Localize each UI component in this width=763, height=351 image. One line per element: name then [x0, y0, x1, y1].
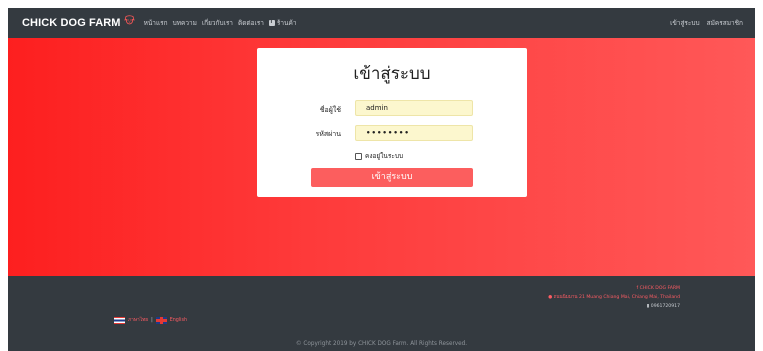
username-label: ชื่อผู้ใช้ [319, 106, 341, 114]
nav-articles[interactable]: บทความ [173, 18, 197, 28]
password-input[interactable]: •••••••• [355, 125, 473, 141]
account-nav: เข้าสู่ระบบ สมัครสมาชิก [663, 8, 743, 38]
nav-shop[interactable]: ร้านค้า [268, 18, 297, 28]
nav-shop-label: ร้านค้า [276, 19, 297, 27]
login-button[interactable]: เข้าสู่ระบบ [311, 168, 473, 187]
thai-flag-icon [114, 316, 125, 324]
nav-home[interactable]: หน้าแรก [144, 18, 168, 28]
remember-checkbox[interactable] [355, 152, 362, 160]
lang-english[interactable]: English [170, 318, 187, 323]
nav-about[interactable]: เกี่ยวกับเรา [202, 18, 233, 28]
footer: f CHICK DOG FARM ● ถนนนิมมาน 21 Muang Ch… [8, 276, 755, 351]
footer-contact: f CHICK DOG FARM ● ถนนนิมมาน 21 Muang Ch… [548, 284, 680, 311]
lang-thai[interactable]: ภาษาไทย [128, 316, 148, 324]
browser-page: CHICK DOG FARM หน้าแรก บทความ เกี่ยวกับเ… [8, 8, 755, 351]
username-input[interactable]: admin [355, 100, 473, 116]
nav-register[interactable]: สมัครสมาชิก [707, 18, 743, 28]
hero-section: เข้าสู่ระบบ ชื่อผู้ใช้ admin รหัสผ่าน ••… [8, 38, 755, 276]
facebook-icon [268, 19, 275, 26]
dog-face-icon [123, 15, 135, 25]
language-switcher: ภาษาไทย | English [114, 316, 187, 324]
copyright: © Copyright 2019 by CHICK DOG Farm. All … [295, 341, 468, 347]
lang-separator: | [151, 317, 153, 323]
nav-login[interactable]: เข้าสู่ระบบ [670, 18, 700, 28]
footer-address: ● ถนนนิมมาน 21 Muang Chiang Mai, Chiang … [548, 295, 680, 300]
login-title: เข้าสู่ระบบ [353, 64, 431, 84]
footer-phone: ▮ 0961720917 [646, 304, 680, 309]
brand-name: CHICK DOG FARM [22, 17, 121, 29]
footer-facebook-link[interactable]: f CHICK DOG FARM [548, 284, 680, 293]
brand-logo[interactable]: CHICK DOG FARM [22, 15, 135, 29]
uk-flag-icon [155, 316, 167, 324]
main-nav: หน้าแรก บทความ เกี่ยวกับเรา ติดต่อเรา ร้… [144, 18, 302, 28]
navbar: CHICK DOG FARM หน้าแรก บทความ เกี่ยวกับเ… [8, 8, 755, 38]
nav-contact[interactable]: ติดต่อเรา [238, 18, 264, 28]
login-card: เข้าสู่ระบบ ชื่อผู้ใช้ admin รหัสผ่าน ••… [257, 48, 527, 197]
remember-me[interactable]: คงอยู่ในระบบ [355, 151, 403, 161]
remember-label: คงอยู่ในระบบ [365, 152, 404, 160]
password-label: รหัสผ่าน [315, 130, 341, 138]
